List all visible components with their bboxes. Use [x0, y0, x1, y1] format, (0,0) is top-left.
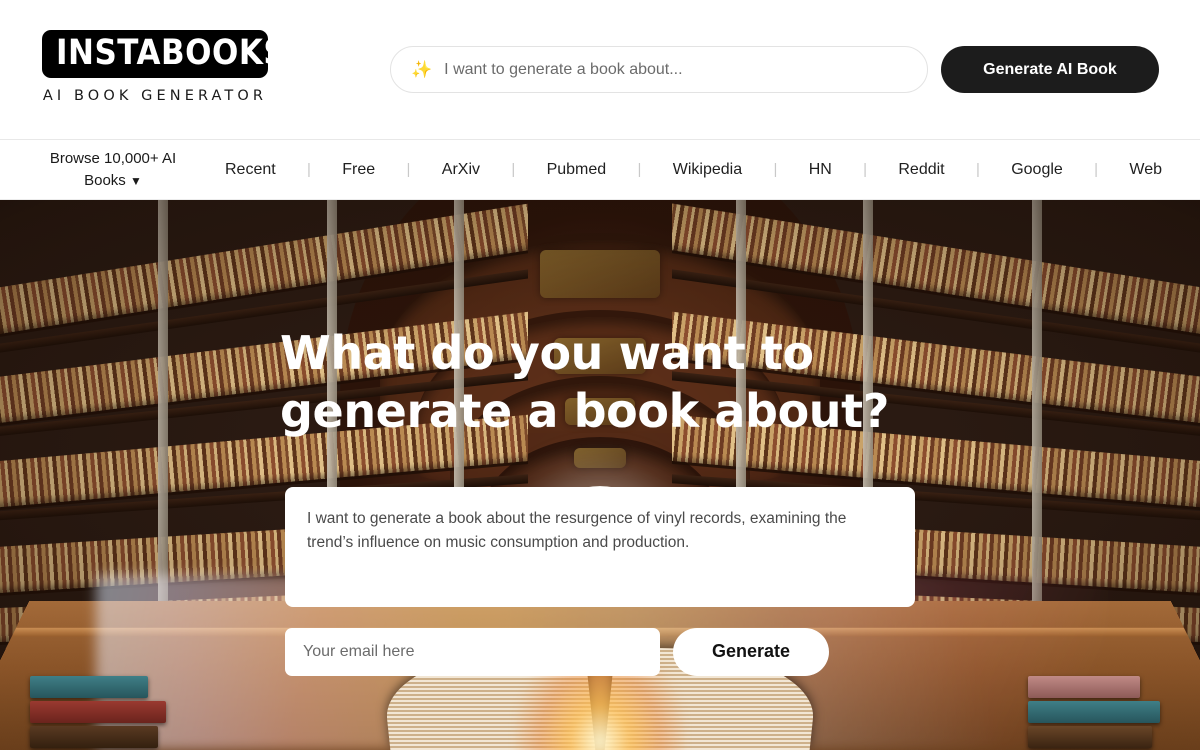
generate-button[interactable]: Generate [673, 627, 829, 676]
nav-separator: | [637, 161, 642, 178]
book-prompt-textarea[interactable] [285, 486, 915, 607]
nav-item-hn[interactable]: HN [809, 161, 832, 179]
nav-separator: | [975, 161, 980, 178]
chevron-down-icon: ▼ [129, 173, 142, 188]
nav-separator: | [511, 161, 516, 178]
nav-separator: | [307, 161, 311, 178]
browse-books-dropdown[interactable]: Browse 10,000+ AI Books ▼ [38, 148, 188, 192]
nav-item-wikipedia[interactable]: Wikipedia [673, 161, 742, 179]
nav-item-pubmed[interactable]: Pubmed [547, 161, 607, 179]
site-header: INSTABOOKS AI BOOK GENERATOR ✨ Generate … [0, 0, 1200, 140]
email-input[interactable] [285, 627, 660, 676]
browse-books-label: Browse 10,000+ AI Books [49, 149, 177, 189]
nav-item-google[interactable]: Google [1011, 161, 1063, 179]
nav-separator: | [406, 161, 411, 178]
category-nav: Browse 10,000+ AI Books ▼ Recent | Free … [0, 140, 1200, 200]
search-input[interactable] [444, 60, 907, 79]
hero-content: What do you want to generate a book abou… [0, 200, 1200, 750]
logo[interactable]: INSTABOOKS AI BOOK GENERATOR [42, 30, 286, 104]
generate-ai-book-button[interactable]: Generate AI Book [941, 46, 1159, 93]
nav-item-web[interactable]: Web [1129, 161, 1200, 179]
logo-tagline: AI BOOK GENERATOR [42, 88, 268, 104]
logo-badge: INSTABOOKS [42, 30, 286, 78]
nav-separator: | [1094, 161, 1099, 178]
logo-wordmark: INSTABOOKS [56, 32, 287, 74]
hero-section: What do you want to generate a book abou… [0, 200, 1200, 750]
hero-title: What do you want to generate a book abou… [280, 325, 920, 441]
header-search-bar[interactable]: ✨ [390, 46, 928, 93]
nav-item-arxiv[interactable]: ArXiv [442, 161, 480, 179]
hero-form-row: Generate [285, 627, 915, 676]
nav-item-reddit[interactable]: Reddit [898, 161, 944, 179]
nav-separator: | [863, 161, 868, 178]
sparkles-icon: ✨ [411, 60, 433, 79]
nav-item-list: Recent | Free | ArXiv | Pubmed | Wikiped… [225, 161, 1200, 179]
nav-item-free[interactable]: Free [342, 161, 375, 179]
hero-title-line-1: What do you want to [280, 326, 814, 380]
page-root: INSTABOOKS AI BOOK GENERATOR ✨ Generate … [0, 0, 1200, 750]
nav-item-recent[interactable]: Recent [225, 161, 276, 179]
hero-title-line-2: generate a book about? [280, 383, 889, 438]
nav-separator: | [773, 161, 778, 178]
